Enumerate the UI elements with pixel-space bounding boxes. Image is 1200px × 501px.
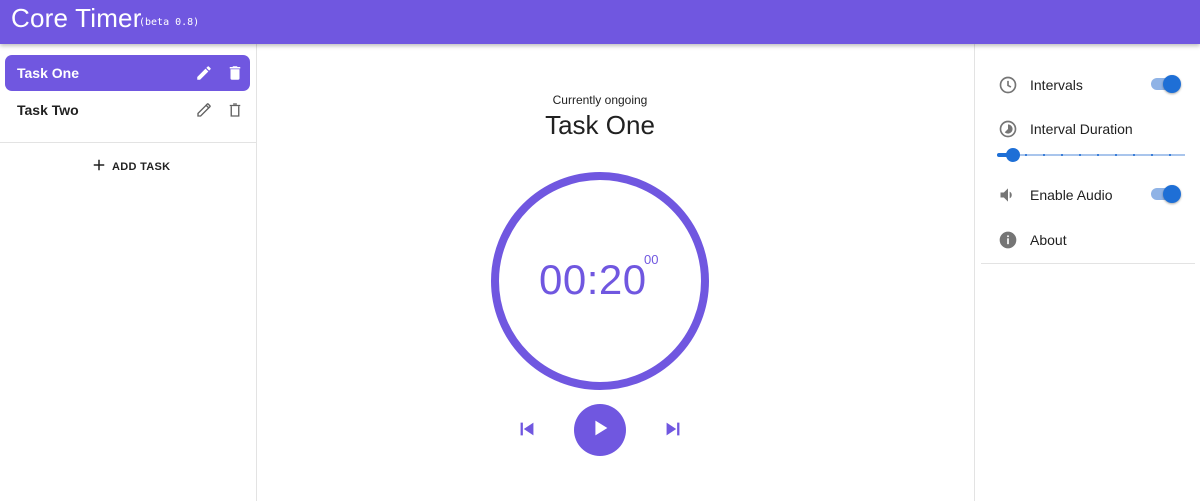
- slider-tick: [1061, 154, 1063, 156]
- volume-icon: [998, 185, 1018, 205]
- slider-tick: [1043, 154, 1045, 156]
- setting-label: Intervals: [1030, 77, 1083, 93]
- app-bar: Core Timer (beta 0.8): [0, 0, 1200, 44]
- add-task-label: ADD TASK: [112, 161, 171, 173]
- trash-icon[interactable]: [226, 101, 244, 119]
- play-button[interactable]: [574, 404, 626, 456]
- enable-audio-toggle[interactable]: [1151, 185, 1181, 203]
- setting-label: Interval Duration: [1030, 121, 1133, 137]
- setting-label: Enable Audio: [1030, 187, 1113, 203]
- slider-tick: [1115, 154, 1117, 156]
- slider-tick: [1133, 154, 1135, 156]
- setting-interval-duration: Interval Duration: [975, 116, 1200, 142]
- setting-about[interactable]: About: [975, 227, 1200, 253]
- divider: [981, 263, 1195, 264]
- pencil-icon[interactable]: [195, 101, 213, 119]
- plus-icon: [90, 156, 108, 179]
- task-label: Task Two: [17, 102, 79, 118]
- task-list-panel: Task One Task Two ADD TASK: [0, 44, 257, 501]
- timer-subseconds: 00: [644, 252, 659, 267]
- slider-thumb[interactable]: [1006, 148, 1020, 162]
- intervals-toggle[interactable]: [1151, 75, 1181, 93]
- pencil-icon[interactable]: [195, 64, 213, 82]
- play-icon: [589, 417, 611, 444]
- slider-tick: [1025, 154, 1027, 156]
- app-version: (beta 0.8): [139, 17, 200, 28]
- timer-display: 00:20: [539, 256, 647, 303]
- ongoing-label: Currently ongoing: [552, 93, 648, 107]
- task-item-task-one[interactable]: Task One: [5, 55, 250, 91]
- setting-label: About: [1030, 232, 1067, 248]
- task-item-task-two[interactable]: Task Two: [5, 92, 250, 128]
- divider: [0, 142, 256, 143]
- add-task-button[interactable]: ADD TASK: [90, 157, 170, 177]
- info-icon: [998, 230, 1018, 250]
- clock-icon: [998, 75, 1018, 95]
- skip-previous-icon[interactable]: [516, 418, 538, 440]
- settings-panel: Intervals Interval Duration Enable Audio: [974, 44, 1200, 501]
- timelapse-icon: [998, 119, 1018, 139]
- toggle-thumb: [1163, 75, 1181, 93]
- task-label: Task One: [17, 65, 79, 81]
- slider-tick: [1169, 154, 1171, 156]
- setting-intervals[interactable]: Intervals: [975, 72, 1200, 98]
- timer-panel: Currently ongoing Task One 00:20 00: [257, 44, 974, 501]
- interval-duration-slider[interactable]: [997, 147, 1185, 163]
- setting-enable-audio[interactable]: Enable Audio: [975, 182, 1200, 208]
- trash-icon[interactable]: [226, 64, 244, 82]
- slider-tick: [1151, 154, 1153, 156]
- app-title: Core Timer: [11, 3, 142, 33]
- ongoing-task-title: Task One: [545, 110, 655, 140]
- slider-tick: [1079, 154, 1081, 156]
- slider-tick: [1097, 154, 1099, 156]
- toggle-thumb: [1163, 185, 1181, 203]
- skip-next-icon[interactable]: [662, 418, 684, 440]
